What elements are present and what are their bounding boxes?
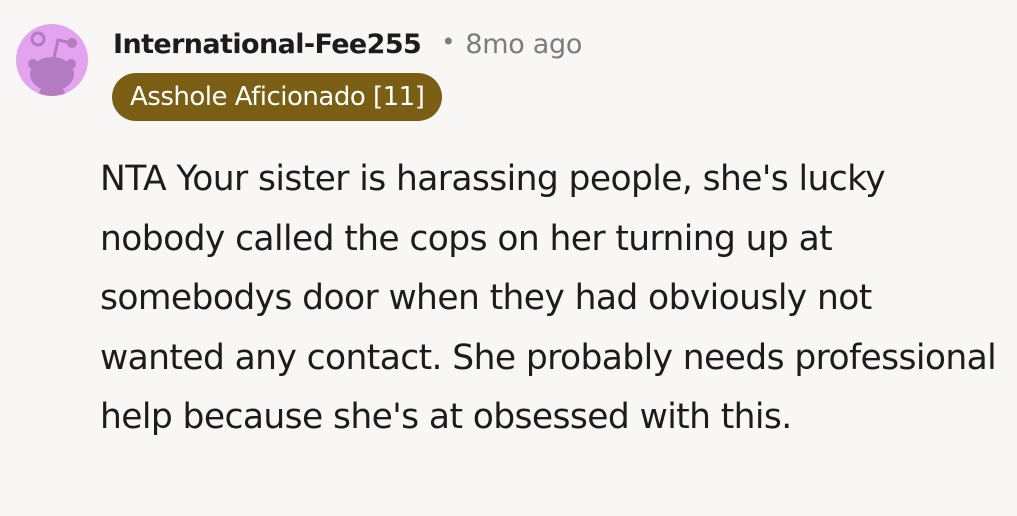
comment-body: NTA Your sister is harassing people, she… [100,159,997,437]
snoo-avatar-icon[interactable] [14,12,90,108]
author-username[interactable]: International-Fee255 [113,29,422,60]
comment-header: International-Fee255 • 8mo ago [113,24,582,64]
comment: International-Fee255 • 8mo ago Asshole A… [0,0,1017,516]
avatar-graphic [16,24,88,96]
user-flair-label: Asshole Aficionado [11] [130,82,425,112]
comment-timestamp[interactable]: 8mo ago [465,29,582,60]
user-flair-badge: Asshole Aficionado [11] [112,73,443,121]
meta-separator: • [441,28,456,56]
